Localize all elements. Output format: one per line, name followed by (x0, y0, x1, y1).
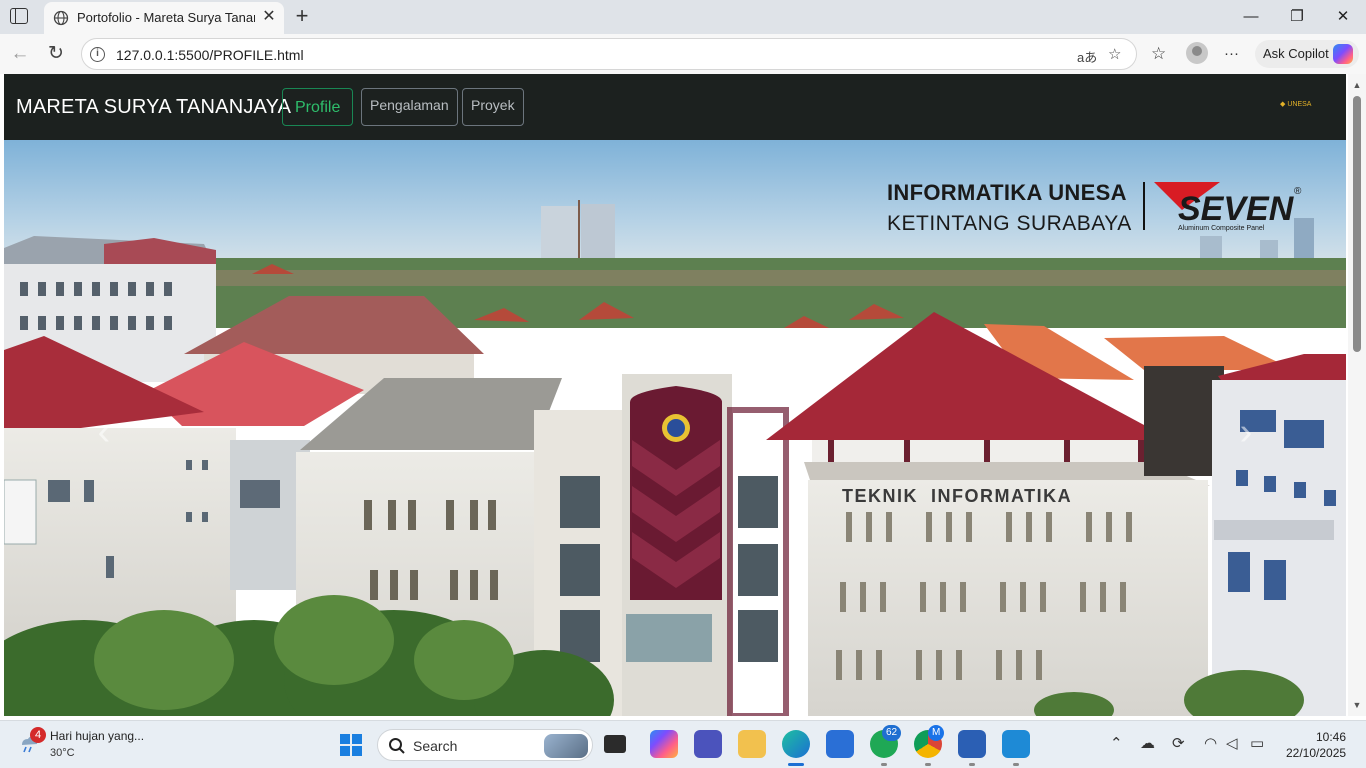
copilot-icon (1333, 44, 1353, 64)
carousel-prev-button[interactable]: ‹ (84, 412, 124, 452)
search-icon (389, 738, 405, 754)
site-info-icon[interactable]: i (90, 47, 105, 62)
favorite-star-icon[interactable]: ☆ (1108, 45, 1121, 63)
browser-toolbar: ← ↻ i 127.0.0.1:5500/PROFILE.html aあ ☆ ☆… (0, 34, 1366, 74)
browser-tab[interactable]: Portofolio - Mareta Surya Tananjaya ✕ (44, 2, 284, 34)
unesa-logo-text: UNESA (1287, 101, 1312, 108)
teams-icon[interactable] (694, 730, 722, 758)
maximize-button[interactable]: ❐ (1274, 0, 1320, 34)
weather-text[interactable]: Hari hujan yang... (50, 729, 144, 743)
scroll-thumb[interactable] (1353, 96, 1361, 352)
system-clock[interactable]: 10:46 22/10/2025 (1286, 729, 1346, 761)
scroll-up-icon[interactable]: ▲ (1352, 80, 1362, 90)
ask-copilot-label: Ask Copilot (1263, 46, 1329, 61)
hero-carousel: INFORMATIKA UNESA KETINTANG SURABAYA SEV… (4, 140, 1346, 716)
nav-proyek-button[interactable]: Proyek (462, 88, 524, 126)
file-explorer-icon[interactable] (738, 730, 766, 758)
tab-close-icon[interactable]: ✕ (260, 8, 278, 26)
search-label: Search (413, 738, 458, 754)
word-running-indicator (969, 763, 975, 766)
building-sign: TEKNIK INFORMATIKA (842, 486, 1073, 506)
tab-title: Portofolio - Mareta Surya Tananjaya (77, 10, 255, 25)
edge-active-indicator (788, 763, 804, 766)
microsoft-store-icon[interactable] (826, 730, 854, 758)
page-scrollbar[interactable]: ▲ ▼ (1348, 74, 1366, 716)
windows-start-icon[interactable] (340, 734, 362, 756)
sync-icon[interactable]: ⟳ (1172, 734, 1185, 752)
sponsor-mark: ® (1294, 186, 1302, 197)
globe-icon (53, 10, 69, 26)
windows-taskbar: 4 Hari hujan yang... 30°C Search 62 M ⌃ … (0, 720, 1366, 768)
refresh-icon[interactable]: ↻ (44, 42, 68, 66)
word-icon[interactable] (958, 730, 986, 758)
chrome-running-indicator (925, 763, 931, 766)
site-navbar: MARETA SURYA TANANJAYA Profile Pengalama… (4, 74, 1346, 140)
profile-avatar[interactable] (1186, 42, 1208, 64)
more-menu-icon[interactable]: ··· (1224, 42, 1239, 66)
sponsor-name: SEVEN (1178, 190, 1294, 228)
sidebar-toggle-icon[interactable] (10, 8, 28, 24)
battery-icon[interactable]: ▭ (1250, 734, 1264, 752)
clock-date: 22/10/2025 (1286, 746, 1347, 760)
browser-tab-strip: Portofolio - Mareta Surya Tananjaya ✕ + … (0, 0, 1366, 34)
wifi-icon[interactable]: ◠ (1204, 734, 1217, 752)
chrome-profile-badge: M (928, 725, 945, 741)
whatsapp-badge: 62 (882, 725, 902, 741)
back-arrow-icon[interactable]: ← (8, 42, 32, 66)
address-bar[interactable]: i 127.0.0.1:5500/PROFILE.html aあ ☆ (81, 38, 1137, 70)
search-highlight-image (544, 734, 588, 758)
vscode-icon[interactable] (1002, 730, 1030, 758)
nav-pengalaman-button[interactable]: Pengalaman (361, 88, 458, 126)
minimize-button[interactable]: — (1228, 0, 1274, 34)
edge-icon[interactable] (782, 730, 810, 758)
weather-badge: 4 (30, 727, 46, 743)
nav-profile-button[interactable]: Profile (282, 88, 354, 126)
favorites-icon[interactable]: ☆ (1151, 42, 1166, 66)
onedrive-icon[interactable]: ☁ (1140, 734, 1155, 752)
new-tab-button[interactable]: + (290, 4, 314, 28)
vscode-running-indicator (1013, 763, 1019, 766)
task-view-icon[interactable] (604, 735, 626, 753)
weather-temp: 30°C (50, 747, 75, 759)
taskbar-search[interactable]: Search (377, 729, 593, 761)
url-text[interactable]: 127.0.0.1:5500/PROFILE.html (116, 47, 304, 63)
tray-chevron-icon[interactable]: ⌃ (1110, 734, 1123, 752)
site-brand[interactable]: MARETA SURYA TANANJAYA (16, 96, 291, 119)
volume-icon[interactable]: ◁ (1226, 734, 1238, 752)
whatsapp-running-indicator (881, 763, 887, 766)
hero-headline-1: INFORMATIKA UNESA (887, 180, 1127, 205)
unesa-logo: ◆ UNESA (1280, 100, 1311, 108)
hero-headline-2: KETINTANG SURABAYA (887, 212, 1132, 235)
unesa-emblem-icon: ◆ (1280, 101, 1286, 108)
clock-time: 10:46 (1315, 730, 1346, 744)
campus-photo (4, 140, 1346, 716)
carousel-next-button[interactable]: › (1226, 412, 1266, 452)
copilot-app-icon[interactable] (650, 730, 678, 758)
ask-copilot-button[interactable]: Ask Copilot (1255, 40, 1359, 68)
window-close-button[interactable]: ✕ (1320, 0, 1366, 34)
page-viewport: MARETA SURYA TANANJAYA Profile Pengalama… (4, 74, 1346, 716)
sponsor-tagline: Aluminum Composite Panel (1178, 225, 1265, 232)
read-aloud-icon[interactable]: aあ (1077, 47, 1097, 66)
scroll-down-icon[interactable]: ▼ (1352, 700, 1362, 710)
